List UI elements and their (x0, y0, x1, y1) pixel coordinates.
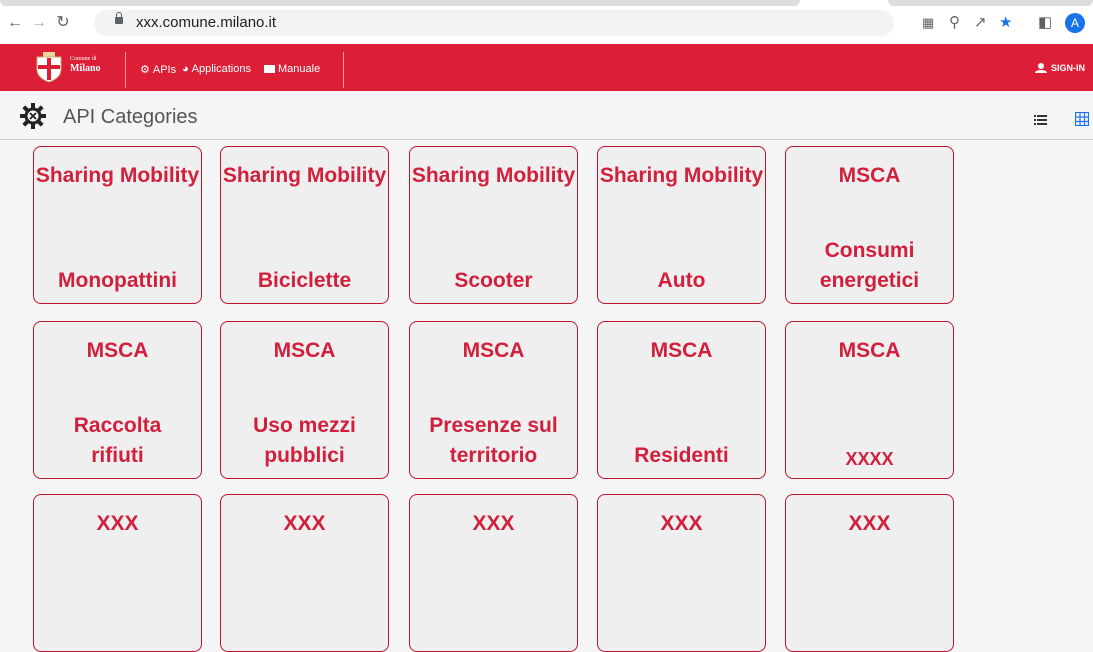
category-card[interactable]: MSCA Uso mezzi pubblici (220, 321, 389, 479)
category-card[interactable]: XXX (597, 494, 766, 652)
card-subtitle: Uso mezzi pubblici (253, 414, 356, 467)
card-title: XXX (848, 512, 891, 535)
logo-big-text: Milano (70, 63, 101, 74)
category-card[interactable]: XXX (33, 494, 202, 652)
card-title: XXX (660, 512, 703, 535)
back-icon[interactable]: ← (6, 14, 24, 32)
card-subtitle: xxxx (845, 449, 894, 469)
card-title: MSCA (650, 339, 713, 362)
card-title: Sharing Mobility (222, 164, 387, 187)
card-title: XXX (96, 512, 139, 535)
card-title: Sharing Mobility (35, 164, 200, 187)
profile-avatar[interactable]: A (1065, 13, 1085, 33)
nav-applications[interactable]: ◕ Applications (182, 63, 251, 75)
milano-crest-icon[interactable] (36, 52, 62, 82)
app-header: Comune di Milano ⚙ APIs ◕ Applications M… (0, 44, 1093, 91)
card-subtitle: Raccolta rifiuti (73, 414, 162, 467)
category-card[interactable]: MSCA Consumi energetici (785, 146, 954, 304)
card-title: Sharing Mobility (599, 164, 764, 187)
category-card[interactable]: Sharing Mobility Monopattini (33, 146, 202, 304)
header-divider (125, 52, 126, 88)
card-title: MSCA (838, 164, 901, 187)
card-subtitle: Scooter (454, 269, 533, 292)
gear-icon: ⚙ (140, 64, 150, 76)
card-title: XXX (472, 512, 515, 535)
card-title: Sharing Mobility (411, 164, 576, 187)
user-icon (1034, 63, 1047, 73)
category-card[interactable]: MSCA xxxx (785, 321, 954, 479)
card-subtitle: Presenze sul territorio (429, 414, 558, 467)
url-text[interactable]: xxx.comune.milano.it (136, 14, 276, 31)
side-panel-icon[interactable]: ◧ (1038, 14, 1052, 32)
forward-icon[interactable]: → (30, 14, 48, 32)
category-card[interactable]: Sharing Mobility Auto (597, 146, 766, 304)
card-title: XXX (283, 512, 326, 535)
card-title: MSCA (838, 339, 901, 362)
category-card[interactable]: MSCA Residenti (597, 321, 766, 479)
category-card[interactable]: Sharing Mobility Scooter (409, 146, 578, 304)
category-card[interactable]: XXX (220, 494, 389, 652)
bookmark-star-icon[interactable]: ★ (999, 14, 1012, 32)
card-subtitle: Auto (657, 269, 706, 292)
card-subtitle: Residenti (634, 444, 729, 467)
card-title: MSCA (273, 339, 336, 362)
list-view-icon[interactable] (1034, 115, 1047, 125)
browser-toolbar: ← → ↻ xxx.comune.milano.it ▦ ⚲ ↗ ★ ◧ A (0, 0, 1093, 44)
nav-apis-label: APIs (152, 63, 177, 76)
tab-active[interactable] (0, 0, 800, 6)
dashboard-icon: ◕ (182, 63, 189, 75)
nav-manuale[interactable]: Manuale (264, 63, 320, 75)
category-card[interactable]: XXX (409, 494, 578, 652)
card-title: MSCA (462, 339, 525, 362)
page-title-bar: API Categories (0, 91, 1093, 140)
header-divider (343, 52, 344, 88)
reload-icon[interactable]: ↻ (54, 14, 72, 32)
tab-strip (0, 0, 1093, 6)
sign-in-label: SIGN-IN (1050, 63, 1085, 73)
grid-view-icon[interactable] (1075, 112, 1089, 126)
book-icon (264, 65, 275, 73)
page-title: API Categories (63, 106, 198, 128)
logo-wordmark[interactable]: Comune di Milano (70, 55, 101, 74)
zoom-icon[interactable]: ⚲ (949, 14, 960, 32)
category-card[interactable]: XXX (785, 494, 954, 652)
nav-manuale-label: Manuale (278, 63, 321, 75)
category-card[interactable]: MSCA Raccolta rifiuti (33, 321, 202, 479)
tab-inactive[interactable] (888, 0, 1093, 6)
card-subtitle: Biciclette (257, 269, 352, 292)
lock-icon[interactable] (115, 12, 123, 24)
nav-applications-label: Applications (191, 63, 251, 75)
category-card[interactable]: MSCA Presenze sul territorio (409, 321, 578, 479)
gear-settings-icon (20, 103, 46, 129)
sign-in-button[interactable]: SIGN-IN (1034, 63, 1085, 73)
card-subtitle: Monopattini (58, 269, 177, 292)
card-title: MSCA (86, 339, 149, 362)
share-icon[interactable]: ↗ (974, 14, 987, 32)
translate-icon[interactable]: ▦ (922, 14, 934, 32)
nav-apis[interactable]: ⚙ APIs (140, 63, 177, 77)
card-subtitle: Consumi energetici (819, 239, 920, 292)
category-card[interactable]: Sharing Mobility Biciclette (220, 146, 389, 304)
